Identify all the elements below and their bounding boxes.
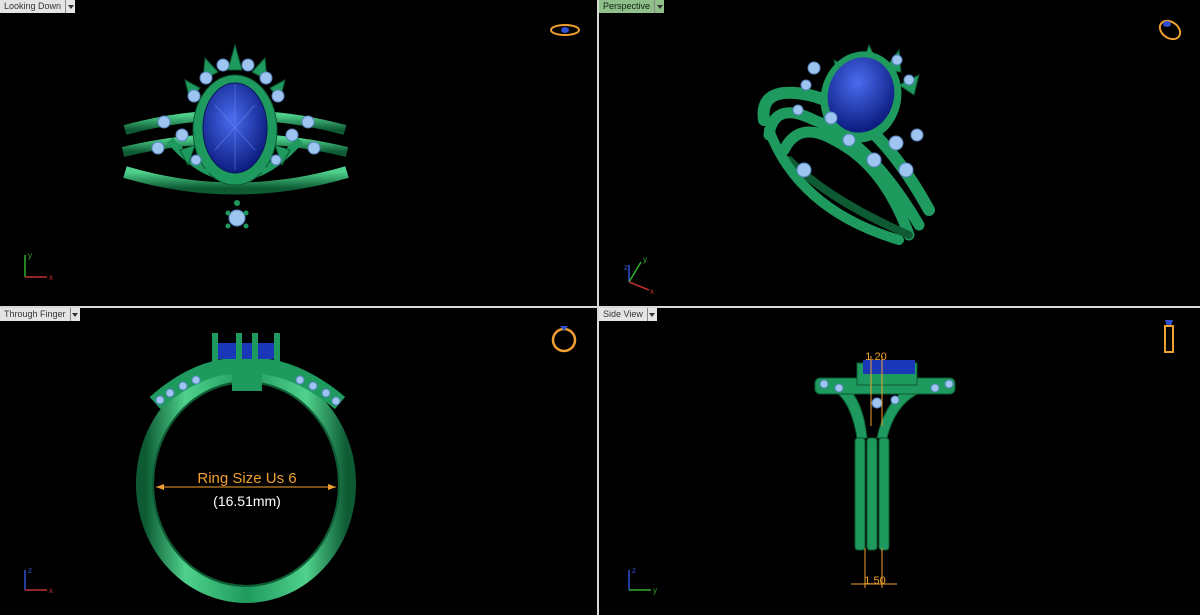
viewport-tab-looking-down[interactable]: Looking Down xyxy=(0,0,76,13)
dimension-bottom-label: 1.50 xyxy=(864,575,885,587)
axis-triad: z y x xyxy=(624,255,654,296)
ring-size-mm: (16.51mm) xyxy=(213,493,281,509)
ring-size-label: Ring Size Us 6 xyxy=(197,470,296,487)
svg-text:x: x xyxy=(49,273,53,282)
dropdown-arrow-icon[interactable] xyxy=(647,308,657,321)
ring-side-icon[interactable] xyxy=(1164,320,1174,353)
ring-front-icon[interactable] xyxy=(551,326,577,353)
viewport-through-finger[interactable]: Through Finger Ring Size Us 6 (16.51mm) … xyxy=(0,308,597,615)
svg-text:z: z xyxy=(28,566,32,575)
svg-text:y: y xyxy=(653,586,657,595)
dropdown-arrow-icon[interactable] xyxy=(66,0,76,13)
svg-text:z: z xyxy=(632,566,636,575)
viewport-side-view[interactable]: Side View 1.20 1.50 z y xyxy=(599,308,1200,615)
viewport-tab-through-finger[interactable]: Through Finger xyxy=(0,308,80,321)
axis-triad: z y xyxy=(628,566,657,595)
dimension-bottom: 1.50 xyxy=(851,548,897,588)
dropdown-arrow-icon[interactable] xyxy=(70,308,80,321)
ring-top-icon[interactable] xyxy=(550,24,580,36)
viewport-tab-label[interactable]: Side View xyxy=(599,308,648,321)
svg-text:y: y xyxy=(28,251,32,260)
svg-text:y: y xyxy=(643,255,647,264)
viewport-looking-down[interactable]: Looking Down y x xyxy=(0,0,597,306)
axis-triad: z x xyxy=(24,566,53,595)
viewport-tab-label[interactable]: Through Finger xyxy=(0,308,71,321)
viewport-perspective[interactable]: Perspective z y x xyxy=(599,0,1200,306)
viewport-tab-label[interactable]: Perspective xyxy=(599,0,656,13)
svg-text:z: z xyxy=(624,263,628,272)
viewport-tab-side-view[interactable]: Side View xyxy=(599,308,657,321)
svg-text:x: x xyxy=(650,287,654,296)
viewport-tab-label[interactable]: Looking Down xyxy=(0,0,67,13)
ring-render-top: y x xyxy=(24,24,580,282)
ring-size-dimension: Ring Size Us 6 (16.51mm) xyxy=(156,470,336,509)
dimension-top-label: 1.20 xyxy=(865,351,886,363)
dropdown-arrow-icon[interactable] xyxy=(655,0,665,13)
viewport-tab-perspective[interactable]: Perspective xyxy=(599,0,665,13)
svg-text:x: x xyxy=(49,586,53,595)
ring-perspective-icon[interactable] xyxy=(1156,17,1183,43)
ring-render-side: 1.20 1.50 z y xyxy=(628,320,1174,595)
ring-render-perspective: z y x xyxy=(624,17,1183,296)
axis-triad: y x xyxy=(24,251,53,282)
ring-render-front: Ring Size Us 6 (16.51mm) z x xyxy=(24,326,577,603)
